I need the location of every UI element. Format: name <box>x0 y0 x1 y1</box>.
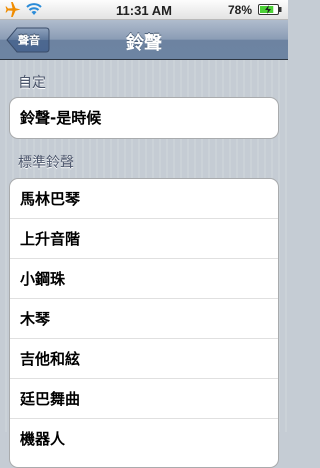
ringtone-row[interactable]: 小鋼珠 <box>10 259 278 299</box>
battery-charging-icon <box>258 4 282 15</box>
ringtone-list[interactable]: 自定 鈴聲-是時候 標準鈴聲 馬林巴琴 上升音階 小鋼珠 木琴 吉他和絃 廷巴舞… <box>0 60 288 468</box>
section-header-custom: 自定 <box>18 75 46 91</box>
battery-percent: 78% <box>227 3 252 17</box>
standard-ringtones-group: 馬林巴琴 上升音階 小鋼珠 木琴 吉他和絃 廷巴舞曲 機器人 <box>9 178 279 468</box>
ringtone-row[interactable]: 鈴聲-是時候 <box>10 98 278 138</box>
navigation-bar: 聲音 鈴聲 <box>0 20 288 60</box>
ringtone-row[interactable]: 馬林巴琴 <box>10 179 278 219</box>
back-button-label: 聲音 <box>18 34 40 47</box>
status-bar: 11:31 AM 78% <box>0 0 288 20</box>
page-title: 鈴聲 <box>126 33 162 54</box>
ringtone-row[interactable]: 吉他和絃 <box>10 339 278 379</box>
ringtone-row[interactable]: 機器人 <box>10 419 278 459</box>
ringtone-row[interactable]: 木琴 <box>10 299 278 339</box>
ringtone-row[interactable]: 廷巴舞曲 <box>10 379 278 419</box>
custom-ringtones-group: 鈴聲-是時候 <box>9 97 279 139</box>
ringtone-row[interactable]: 上升音階 <box>10 219 278 259</box>
back-button[interactable]: 聲音 <box>6 27 50 53</box>
section-header-standard: 標準鈴聲 <box>18 155 74 171</box>
